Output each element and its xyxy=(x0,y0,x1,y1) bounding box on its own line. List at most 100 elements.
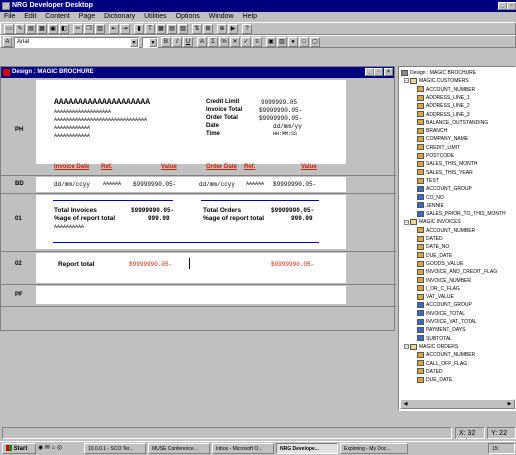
preview-icon[interactable]: ◧ xyxy=(59,24,69,34)
order-total-field[interactable]: $9999990.05- xyxy=(259,115,302,122)
col-header-ref-invoice[interactable]: Ref. xyxy=(101,164,112,170)
menu-window[interactable]: Window xyxy=(209,13,234,20)
group-footer-band-01[interactable] xyxy=(36,195,346,249)
copy-icon[interactable]: ❐ xyxy=(84,24,94,34)
design-window-title-bar[interactable]: Design : MAGIC BROCHURE _ ▫ × xyxy=(1,67,394,78)
size-select[interactable]: ▼ xyxy=(142,37,158,48)
percent-button[interactable]: % xyxy=(219,37,229,47)
total-invoices-field[interactable]: $9999990.05- xyxy=(131,207,174,214)
col-header-order-date[interactable]: Order Date xyxy=(206,164,237,170)
wizard-icon[interactable]: ✎ xyxy=(15,24,25,34)
bold-button[interactable]: B xyxy=(161,37,171,47)
help-icon[interactable]: ? xyxy=(242,24,252,34)
field-icon[interactable]: ▮ xyxy=(134,24,144,34)
design-maximize-button[interactable]: ▫ xyxy=(374,68,383,76)
font-select[interactable]: Arial ▼ xyxy=(14,37,139,48)
dictionary-tree[interactable]: Design : MAGIC BROCHURE − MAGIC CUSTOMERS A… xyxy=(398,66,516,411)
paste-icon[interactable]: ▥ xyxy=(95,24,105,34)
confirm-button[interactable]: ✓ xyxy=(241,37,251,47)
address-line-1-field[interactable]: AAAAAAAAAAAAAAAAAAA xyxy=(54,109,111,115)
zoom-icon[interactable]: ⊕ xyxy=(217,24,227,34)
group-footer-band-02[interactable] xyxy=(36,253,346,283)
sort-icon[interactable]: ⇅ xyxy=(192,24,202,34)
task-outlook-inbox[interactable]: Inbox - Microsoft O... xyxy=(212,443,274,454)
filter-icon[interactable]: ⊞ xyxy=(203,24,213,34)
menu-edit[interactable]: Edit xyxy=(24,13,36,20)
minimize-button[interactable]: _ xyxy=(498,2,507,10)
cancel-button[interactable]: ✕ xyxy=(230,37,240,47)
tree-horizontal-scrollbar[interactable]: ◀ ▶ xyxy=(400,399,515,409)
menu-content[interactable]: Content xyxy=(45,13,70,20)
page-footer-band[interactable] xyxy=(36,286,346,304)
new-icon[interactable]: ▭ xyxy=(4,24,14,34)
design-close-button[interactable]: × xyxy=(384,68,393,76)
pct-report-total-field-2[interactable]: 999.99 xyxy=(291,215,313,222)
start-button[interactable]: Start xyxy=(2,443,36,454)
task-exploring[interactable]: Exploring - My Doc... xyxy=(340,443,408,454)
design-icon[interactable]: ▦ xyxy=(37,24,47,34)
invoice-value-field[interactable]: $9999990.05- xyxy=(133,181,176,188)
invoice-total-field[interactable]: $9999990.05- xyxy=(259,107,302,114)
task-nrg-developer[interactable]: NRG Develope... xyxy=(276,443,338,454)
col-header-ref-order[interactable]: Ref. xyxy=(244,164,255,170)
grid-icon[interactable]: ▦ xyxy=(156,24,166,34)
chevron-down-icon[interactable]: ▼ xyxy=(149,38,157,47)
task-muse-conference[interactable]: MUSE Conference... xyxy=(148,443,210,454)
invoice-ref-field[interactable]: AAAAAA xyxy=(103,181,121,187)
maximize-button[interactable]: ▫ xyxy=(507,2,516,10)
menu-dictionary[interactable]: Dictionary xyxy=(104,13,135,20)
select-icon[interactable]: ⇤ xyxy=(109,24,119,34)
report-total-invoice-field[interactable]: $9999990.05- xyxy=(129,261,172,268)
invoice-date-field[interactable]: dd/mm/ccyy xyxy=(54,181,90,188)
design-minimize-button[interactable]: _ xyxy=(365,68,374,76)
chevron-down-icon[interactable]: ▼ xyxy=(130,38,138,47)
italic-button[interactable]: I xyxy=(172,37,182,47)
calc-icon[interactable]: ▨ xyxy=(178,24,188,34)
col-header-value-order[interactable]: Value xyxy=(301,164,317,170)
align-icon[interactable]: ⇥ xyxy=(120,24,130,34)
menu-help[interactable]: Help xyxy=(243,13,257,20)
pct-report-total-field-1[interactable]: 999.99 xyxy=(148,215,170,222)
sum-button[interactable]: Σ xyxy=(208,37,218,47)
order-value-field[interactable]: $9999990.05- xyxy=(273,181,316,188)
task-sco-terminal[interactable]: 10.0.0.1 - SCO Ter... xyxy=(84,443,146,454)
open-icon[interactable]: ▤ xyxy=(26,24,36,34)
run-icon[interactable]: ▶ xyxy=(228,24,238,34)
address-line-2-field[interactable]: AAAAAAAAAAAAAAAAAAAAAAAAAAAAAAA xyxy=(54,117,147,123)
total-orders-field[interactable]: $9999990.05- xyxy=(271,207,314,214)
address-line-3-field[interactable]: AAAAAAAAAAAA xyxy=(54,125,90,131)
collapse-icon[interactable]: − xyxy=(404,78,409,84)
order-date-field[interactable]: dd/mm/ccyy xyxy=(199,181,235,188)
quick-launch-icons[interactable]: ◉ ✉ ⌂ ◎ xyxy=(38,444,62,451)
justify-button[interactable]: ≡ xyxy=(252,37,262,47)
tree-field-item[interactable]: DUE_DATE xyxy=(417,376,452,385)
scroll-left-icon[interactable]: ◀ xyxy=(401,400,410,408)
collapse-icon[interactable]: − xyxy=(404,219,409,225)
time-field[interactable]: HH:MM:SS xyxy=(273,131,297,137)
menu-utilities[interactable]: Utilities xyxy=(144,13,167,20)
text-icon[interactable]: T xyxy=(145,24,155,34)
company-name-field[interactable]: AAAAAAAAAAAAAAAAAAAA xyxy=(54,98,150,107)
col-header-invoice-date[interactable]: Invoice Date xyxy=(54,164,89,170)
box-icon[interactable]: □ xyxy=(299,37,309,47)
col-header-value-invoice[interactable]: Value xyxy=(161,164,177,170)
order-ref-field[interactable]: AAAAAA xyxy=(246,181,264,187)
font-color-button[interactable]: A xyxy=(197,37,207,47)
app-title-bar[interactable]: NRG Developer Desktop _ ▫ xyxy=(0,0,516,12)
scroll-right-icon[interactable]: ▶ xyxy=(505,400,514,408)
report-total-order-field[interactable]: $9999990.05- xyxy=(271,261,314,268)
table-icon[interactable]: ▤ xyxy=(167,24,177,34)
record-icon[interactable]: ● xyxy=(288,37,298,47)
save-icon[interactable]: ▣ xyxy=(48,24,58,34)
collapse-icon[interactable]: − xyxy=(404,344,409,350)
chart-icon[interactable]: ▥ xyxy=(277,37,287,47)
postcode-field[interactable]: AAAAAAAAAAAA xyxy=(54,133,90,139)
cut-icon[interactable]: ✂ xyxy=(73,24,83,34)
credit-limit-field[interactable]: 9999999.05 xyxy=(261,99,297,106)
format-icon[interactable]: A xyxy=(3,37,12,47)
account-group-field[interactable]: AAAAAAAAAA xyxy=(54,224,84,230)
date-field[interactable]: dd/mm/yy xyxy=(273,123,302,130)
menu-options[interactable]: Options xyxy=(176,13,200,20)
menu-file[interactable]: File xyxy=(4,13,15,20)
image-icon[interactable]: ▣ xyxy=(266,37,276,47)
